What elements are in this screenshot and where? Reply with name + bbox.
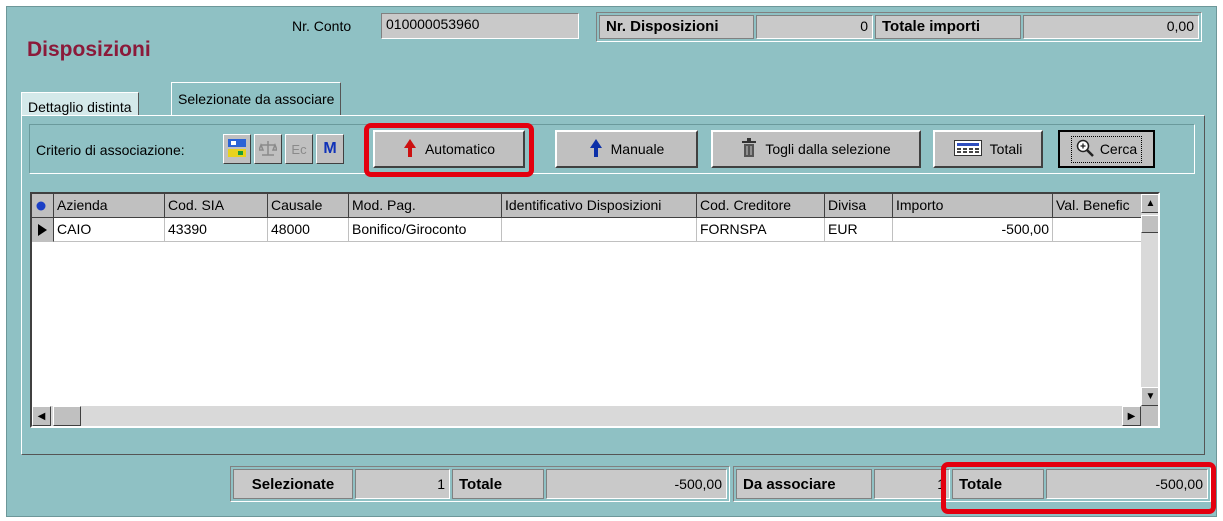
table-cell[interactable]: Bonifico/Giroconto [349, 218, 502, 242]
scale-button[interactable] [254, 134, 282, 164]
magnifier-icon [1076, 139, 1094, 160]
table-cell[interactable] [502, 218, 697, 242]
remove-button-label: Togli dalla selezione [765, 141, 891, 157]
grid-corner [32, 194, 54, 218]
page-title: Disposizioni [27, 38, 151, 61]
selected-total-label: Totale [452, 469, 544, 499]
column-header[interactable]: Causale [268, 194, 349, 218]
ws-match-icon [227, 137, 247, 162]
totals-button-label: Totali [989, 141, 1023, 157]
trash-icon [741, 137, 757, 161]
data-grid: Azienda Cod. SIA Causale Mod. Pag. Ident… [30, 192, 1160, 428]
ec-button[interactable]: Ec [285, 134, 313, 164]
window-frame: Disposizioni Nr. Conto 010000053960 Nr. … [6, 6, 1217, 517]
scroll-down-icon[interactable]: ▼ [1141, 387, 1158, 406]
horizontal-scrollbar[interactable]: ◀ ▶ [32, 406, 1141, 426]
column-header[interactable]: Importo [893, 194, 1053, 218]
criterion-label: Criterio di associazione: [36, 142, 185, 158]
selected-value: 1 [355, 469, 450, 499]
column-header[interactable]: Divisa [825, 194, 893, 218]
footer-selected-bar: Selezionate 1 Totale -500,00 [230, 466, 730, 502]
column-header[interactable]: Identificativo Disposizioni [502, 194, 697, 218]
tab-selezionate-da-associare[interactable]: Selezionate da associare [171, 82, 342, 116]
manual-button-label: Manuale [610, 141, 665, 157]
column-header[interactable]: Val. Benefic [1053, 194, 1143, 218]
row-indicator[interactable] [32, 218, 54, 242]
num-dispositions-label: Nr. Disposizioni [599, 15, 754, 39]
totals-button[interactable]: Totali [933, 130, 1043, 168]
scroll-up-icon[interactable]: ▲ [1141, 194, 1158, 213]
automatic-button-label: Automatico [424, 141, 496, 157]
column-header[interactable]: Azienda [54, 194, 165, 218]
search-button[interactable]: Cerca [1058, 130, 1155, 168]
toolbar: Criterio di associazione: Ec M Automatic… [29, 123, 1195, 177]
m-button[interactable]: M [316, 134, 344, 164]
account-label: Nr. Conto [292, 18, 352, 34]
selected-total-value: -500,00 [546, 469, 727, 499]
automatic-button[interactable]: Automatico [373, 130, 525, 168]
table-cell[interactable]: EUR [825, 218, 893, 242]
table-cell[interactable] [1053, 218, 1143, 242]
table-cell[interactable]: -500,00 [893, 218, 1053, 242]
ws-match-button[interactable] [223, 134, 251, 164]
arrow-up-red-icon [403, 138, 417, 161]
scroll-corner [1141, 406, 1158, 426]
manual-button[interactable]: Manuale [555, 130, 698, 168]
column-header[interactable]: Mod. Pag. [349, 194, 502, 218]
table-cell[interactable]: 48000 [268, 218, 349, 242]
to-associate-value: 1 [874, 469, 950, 499]
total-amounts-value: 0,00 [1023, 15, 1199, 39]
arrow-up-blue-icon [589, 138, 603, 161]
column-header[interactable]: Cod. Creditore [697, 194, 825, 218]
vertical-scroll-thumb[interactable] [1141, 215, 1158, 233]
sort-indicator-icon [36, 198, 46, 214]
table-cell[interactable]: FORNSPA [697, 218, 825, 242]
num-dispositions-value: 0 [756, 15, 873, 39]
column-header[interactable]: Cod. SIA [165, 194, 268, 218]
scroll-right-icon[interactable]: ▶ [1122, 406, 1141, 426]
scale-icon [257, 139, 279, 160]
table-cell[interactable]: CAIO [54, 218, 165, 242]
calculator-icon [953, 139, 982, 159]
to-associate-label: Da associare [736, 469, 872, 499]
selected-label: Selezionate [233, 469, 353, 499]
tab-dettaglio-distinta[interactable]: Dettaglio distinta [21, 92, 139, 116]
scroll-left-icon[interactable]: ◀ [32, 406, 51, 426]
search-button-label: Cerca [1099, 141, 1138, 157]
row-pointer-icon [38, 223, 47, 239]
horizontal-scroll-thumb[interactable] [53, 406, 81, 426]
account-field: 010000053960 [381, 13, 579, 39]
remove-from-selection-button[interactable]: Togli dalla selezione [711, 130, 921, 168]
total-highlight [941, 462, 1216, 514]
total-amounts-label: Totale importi [875, 15, 1021, 39]
table-cell[interactable]: 43390 [165, 218, 268, 242]
tab-panel: Criterio di associazione: Ec M Automatic… [21, 115, 1205, 455]
vertical-scrollbar[interactable]: ▲ ▼ [1141, 194, 1158, 406]
summary-bar: Nr. Disposizioni 0 Totale importi 0,00 [596, 12, 1202, 42]
